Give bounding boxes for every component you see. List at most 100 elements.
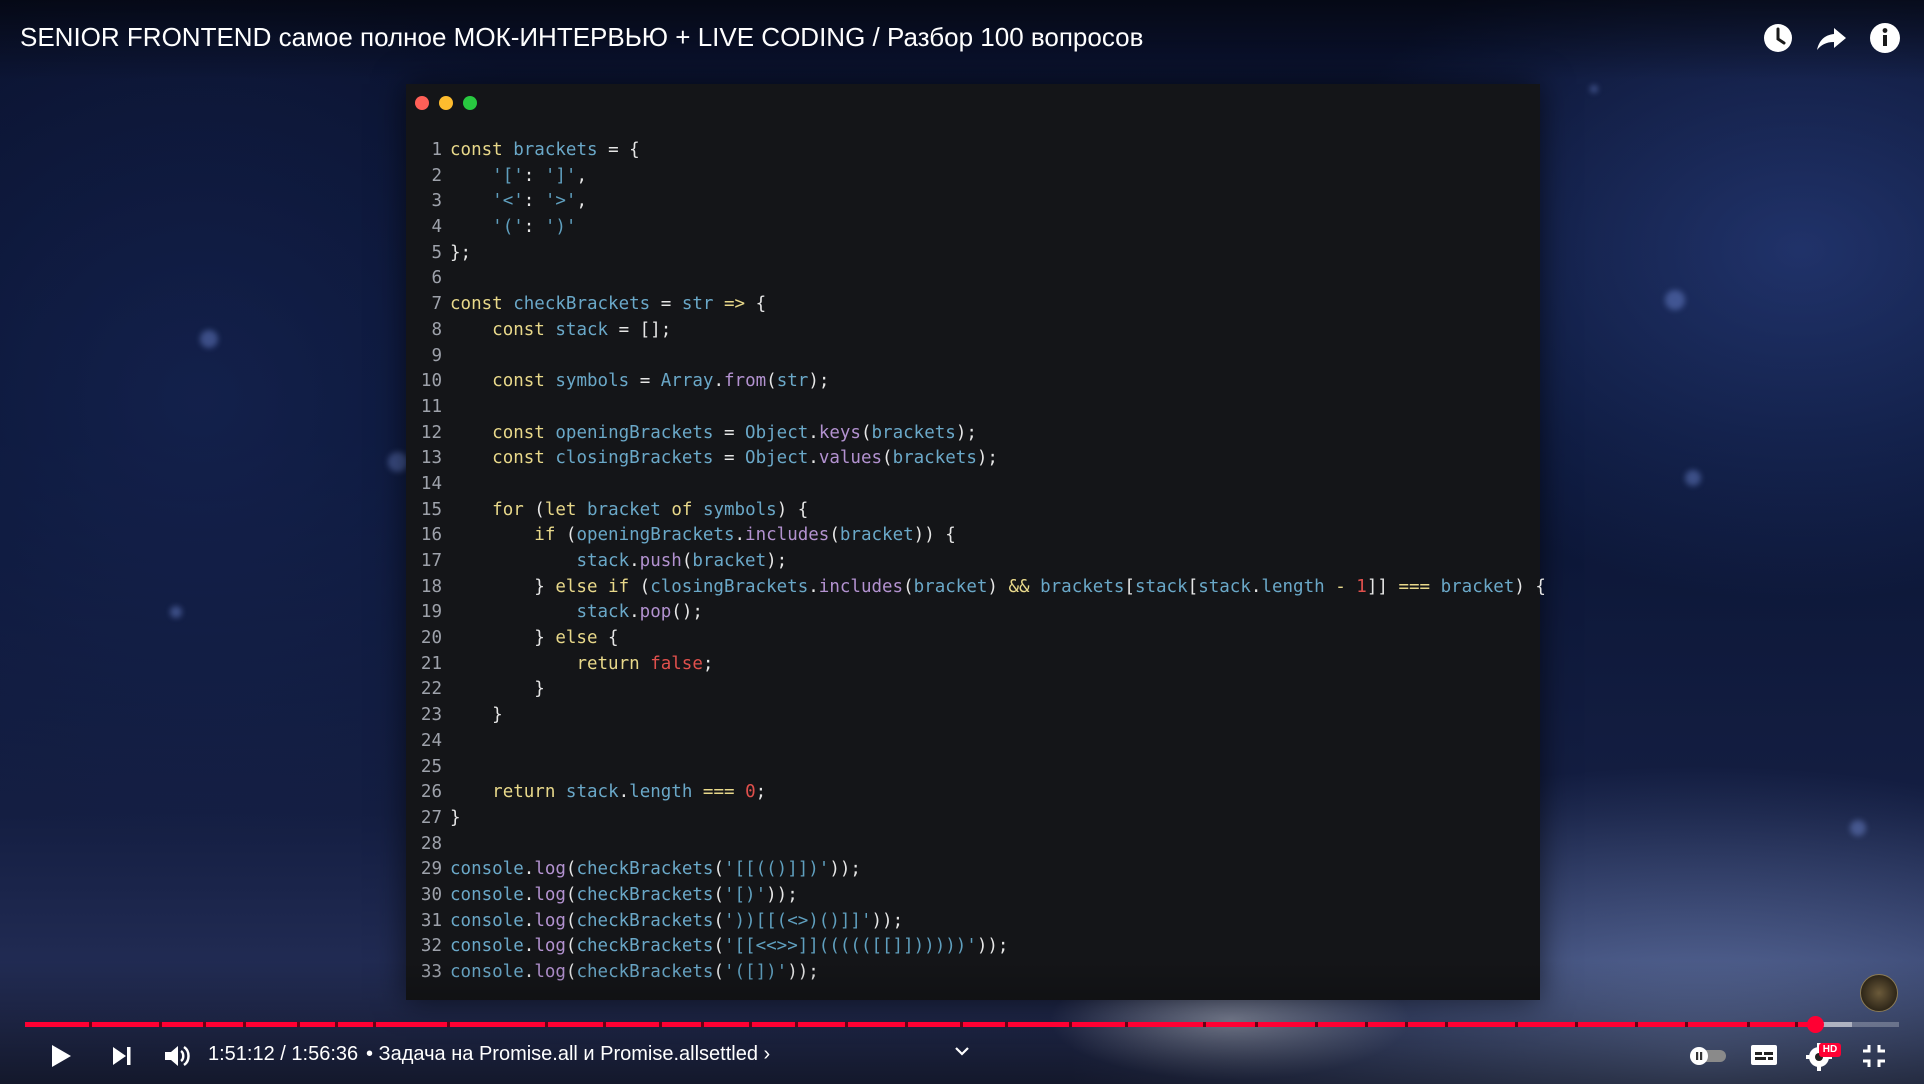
chapter-marker <box>159 1022 162 1027</box>
code-token: ) <box>987 576 1009 597</box>
code-token: . <box>618 782 630 803</box>
code-token: '))[[(<>)()]]' <box>723 910 872 931</box>
code-line: 23 } <box>406 703 1540 729</box>
code-token: . <box>1250 576 1262 597</box>
chevron-down-icon[interactable] <box>952 1044 972 1058</box>
close-window-dot <box>415 96 429 110</box>
background-star <box>1685 470 1701 486</box>
code-line: 17 stack.push(bracket); <box>406 549 1540 575</box>
share-icon[interactable] <box>1811 18 1851 58</box>
code-token: } <box>450 628 556 649</box>
background-star <box>200 330 218 348</box>
background-star <box>1590 85 1598 93</box>
code-token: let <box>544 499 577 520</box>
code-token: false <box>650 653 703 674</box>
line-number: 28 <box>420 833 442 854</box>
line-number: 26 <box>420 782 442 803</box>
code-token: openingBrackets <box>555 422 714 443</box>
code-token: checkBrackets <box>576 910 714 931</box>
autoplay-toggle-icon[interactable] <box>1686 1043 1730 1067</box>
code-token: . <box>523 859 535 880</box>
chapter-title[interactable]: • Задача на Promise.all и Promise.allset… <box>366 1043 770 1066</box>
code-token: = <box>650 294 682 315</box>
code-token: )); <box>766 884 798 905</box>
line-number: 2 <box>431 165 442 186</box>
chapter-marker <box>1203 1022 1206 1027</box>
code-line: 10 const symbols = Array.from(str); <box>406 369 1540 395</box>
exit-fullscreen-icon[interactable] <box>1858 1040 1890 1072</box>
code-line: 1 const brackets = { <box>406 138 1540 164</box>
volume-icon[interactable] <box>160 1039 194 1073</box>
code-token: ( <box>829 525 840 546</box>
next-icon[interactable] <box>106 1040 138 1072</box>
code-text: } <box>450 703 503 729</box>
code-line: 27} <box>406 806 1540 832</box>
line-number: 17 <box>420 551 442 571</box>
code-token: , <box>576 191 587 212</box>
line-number: 22 <box>420 679 442 700</box>
code-token: ); <box>976 448 998 469</box>
code-text: stack.push(bracket); <box>450 549 787 575</box>
code-token: = <box>629 371 661 392</box>
code-token: closingBrackets <box>650 576 809 597</box>
info-icon[interactable] <box>1865 18 1905 58</box>
code-token: stack <box>1134 576 1188 597</box>
code-token: checkBrackets <box>576 859 714 880</box>
chapter-marker <box>1515 1022 1518 1027</box>
code-token: )); <box>829 859 861 880</box>
code-text: console.log(checkBrackets('[[<<>>]](((((… <box>450 934 1008 960</box>
code-token: closingBrackets <box>555 448 714 469</box>
code-line: 19 stack.pop(); <box>406 600 1540 626</box>
code-token: . <box>808 576 819 597</box>
code-token: ( <box>629 576 651 597</box>
channel-watermark[interactable] <box>1860 974 1898 1012</box>
chapter-marker <box>1069 1022 1072 1027</box>
code-token: includes <box>818 576 904 597</box>
background-star <box>1665 290 1685 310</box>
video-title[interactable]: SENIOR FRONTEND самое полное МОК-ИНТЕРВЬ… <box>20 22 1143 53</box>
code-token: console <box>450 910 524 931</box>
code-token: from <box>724 371 767 392</box>
code-token: } <box>450 705 503 726</box>
code-token: ); <box>766 551 788 571</box>
code-line: 18 } else if (closingBrackets.includes(b… <box>406 575 1546 601</box>
code-token: - <box>1335 576 1346 597</box>
code-text: const closingBrackets = Object.values(br… <box>450 446 998 472</box>
code-token: ); <box>955 422 977 443</box>
line-number: 3 <box>431 191 442 212</box>
code-text: const openingBrackets = Object.keys(brac… <box>450 421 977 447</box>
line-number: 7 <box>431 294 442 315</box>
line-number: 29 <box>420 859 442 880</box>
progress-bar[interactable] <box>25 1022 1899 1027</box>
hd-badge: HD <box>1819 1043 1841 1057</box>
chapter-marker <box>845 1022 848 1027</box>
chapter-marker <box>603 1022 606 1027</box>
code-token: '[' <box>492 165 524 186</box>
code-token: log <box>534 884 566 905</box>
code-line: 25 <box>406 755 1540 781</box>
watch-later-icon[interactable] <box>1758 18 1798 58</box>
chapter-marker <box>795 1022 798 1027</box>
code-token: str <box>776 371 809 392</box>
line-number: 14 <box>420 473 442 494</box>
code-line: 6 <box>406 266 1540 292</box>
code-token: . <box>523 936 535 957</box>
video-player[interactable]: SENIOR FRONTEND самое полное МОК-ИНТЕРВЬ… <box>0 0 1924 1084</box>
code-token: ) { <box>1514 576 1546 597</box>
code-text: console.log(checkBrackets('))[[(<>)()]]'… <box>450 909 903 935</box>
subtitles-icon[interactable] <box>1748 1041 1780 1069</box>
play-icon[interactable] <box>44 1040 76 1072</box>
code-line: 16 if (openingBrackets.includes(bracket)… <box>406 523 1540 549</box>
code-token: ( <box>903 576 914 597</box>
code-token: } <box>450 576 556 597</box>
chapter-marker <box>89 1022 92 1027</box>
code-token: )); <box>871 910 904 931</box>
code-token: ; <box>702 653 714 674</box>
